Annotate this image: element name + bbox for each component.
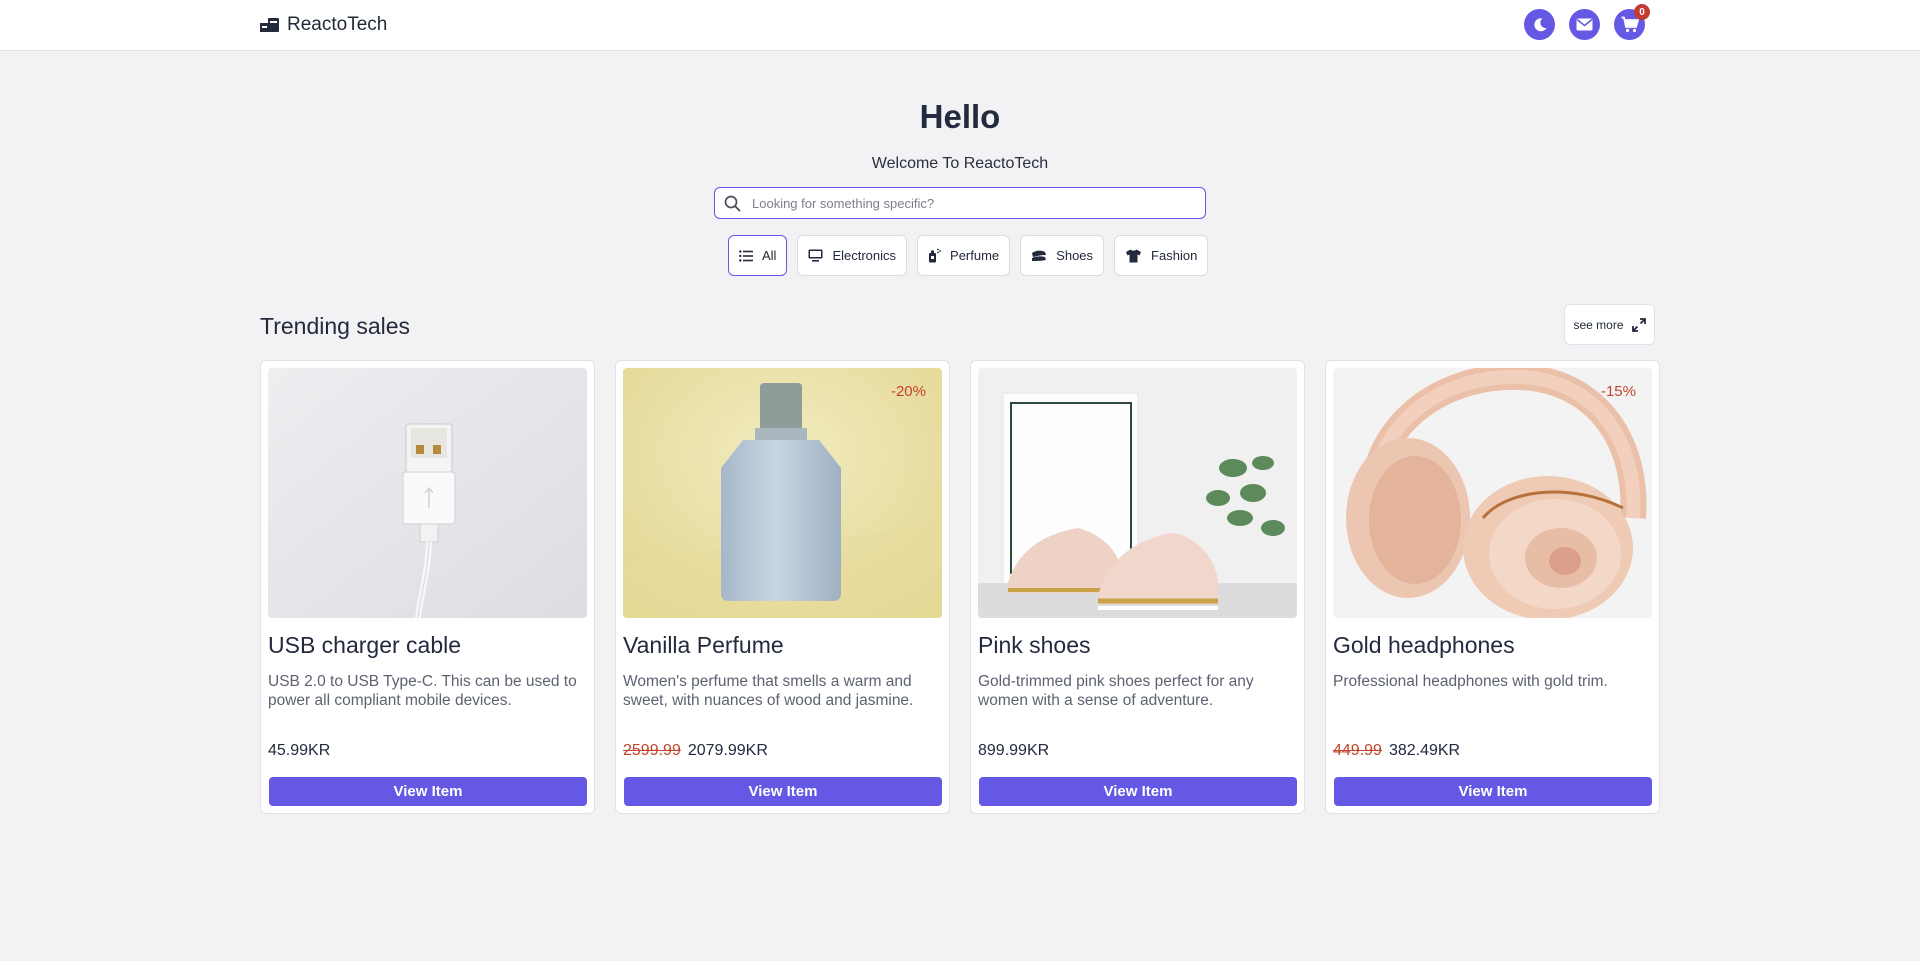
product-price-row: 45.99KR <box>268 742 330 760</box>
see-more-label: see more <box>1573 317 1624 332</box>
product-name: Gold headphones <box>1333 632 1515 658</box>
product-image-gold-headphones[interactable]: -15% <box>1333 368 1652 618</box>
hero-title: Hello <box>919 98 1001 135</box>
view-item-button[interactable]: View Item <box>624 777 942 806</box>
section-title: Trending sales <box>260 313 411 339</box>
perfume-icon <box>929 248 941 263</box>
see-more-button[interactable]: see more <box>1564 304 1655 345</box>
product-price-row: 2599.99 2079.99KR <box>623 742 768 760</box>
product-name: USB charger cable <box>268 632 462 658</box>
view-item-button[interactable]: View Item <box>1334 777 1652 806</box>
cart-count-badge: 0 <box>1634 4 1650 20</box>
product-card: -20% Vanilla Perfume Women's perfume tha… <box>615 360 950 814</box>
category-shoes-button[interactable]: Shoes <box>1020 235 1105 276</box>
product-description: Professional headphones with gold trim. <box>1333 673 1608 690</box>
product-image-vanilla-perfume[interactable]: -20% <box>623 368 942 618</box>
category-all-button[interactable]: All <box>728 235 788 276</box>
search-icon <box>724 193 744 213</box>
search-input[interactable] <box>752 195 1192 211</box>
product-card: Pink shoes Gold-trimmed pink shoes perfe… <box>970 360 1305 814</box>
moon-icon <box>1533 17 1546 31</box>
category-label: Perfume <box>950 248 1000 263</box>
mail-icon <box>1576 18 1593 31</box>
hero-subtitle: Welcome To ReactoTech <box>871 155 1049 172</box>
shirt-icon <box>1126 249 1142 262</box>
product-description: Women's perfume that smells a warm and s… <box>623 673 914 709</box>
product-price: 382.49KR <box>1388 742 1461 759</box>
product-description: USB 2.0 to USB Type-C. This can be used … <box>268 673 577 709</box>
list-icon <box>739 249 753 262</box>
discount-badge: -15% <box>1600 383 1636 400</box>
product-grid: USB charger cable USB 2.0 to USB Type-C.… <box>260 360 1660 814</box>
product-price: 45.99KR <box>268 742 331 759</box>
shoe-icon <box>1032 250 1047 261</box>
search-bar <box>714 187 1206 219</box>
product-description: Gold-trimmed pink shoes perfect for any … <box>978 673 1254 709</box>
product-name: Vanilla Perfume <box>623 632 784 658</box>
view-item-button[interactable]: View Item <box>269 777 587 806</box>
product-image-pink-shoes[interactable] <box>978 368 1297 618</box>
brand-logo[interactable]: ReactoTech <box>260 13 387 37</box>
messages-button[interactable] <box>1569 9 1600 40</box>
product-price-row: 899.99KR <box>978 742 1049 760</box>
category-label: All <box>762 248 777 263</box>
category-fashion-button[interactable]: Fashion <box>1114 235 1209 276</box>
category-electronics-button[interactable]: Electronics <box>797 235 908 276</box>
brand-name: ReactoTech <box>287 14 388 35</box>
product-old-price: 2599.99 <box>623 742 681 759</box>
theme-toggle-button[interactable] <box>1524 9 1555 40</box>
category-label: Electronics <box>832 248 897 263</box>
category-perfume-button[interactable]: Perfume <box>917 235 1011 276</box>
cart-button[interactable]: 0 <box>1614 4 1650 40</box>
discount-badge: -20% <box>890 383 926 400</box>
category-label: Shoes <box>1056 248 1094 263</box>
store-icon <box>260 18 279 32</box>
product-card: -15% Gold headphones Professional headph… <box>1325 360 1660 814</box>
product-old-price: 449.99 <box>1333 742 1382 759</box>
cart-icon <box>1621 16 1639 33</box>
category-filter-bar: All Electronics Perfume Shoes Fashion <box>728 235 1209 276</box>
product-price: 2079.99KR <box>687 742 768 759</box>
product-name: Pink shoes <box>978 632 1091 658</box>
category-label: Fashion <box>1151 248 1198 263</box>
expand-icon <box>1631 317 1646 332</box>
monitor-icon <box>808 249 823 262</box>
product-price: 899.99KR <box>978 742 1050 759</box>
view-item-button[interactable]: View Item <box>979 777 1297 806</box>
product-card: USB charger cable USB 2.0 to USB Type-C.… <box>260 360 595 814</box>
product-image-usb-cable[interactable] <box>268 368 587 618</box>
product-price-row: 449.99 382.49KR <box>1333 742 1460 760</box>
top-navbar: ReactoTech 0 <box>0 0 1920 51</box>
